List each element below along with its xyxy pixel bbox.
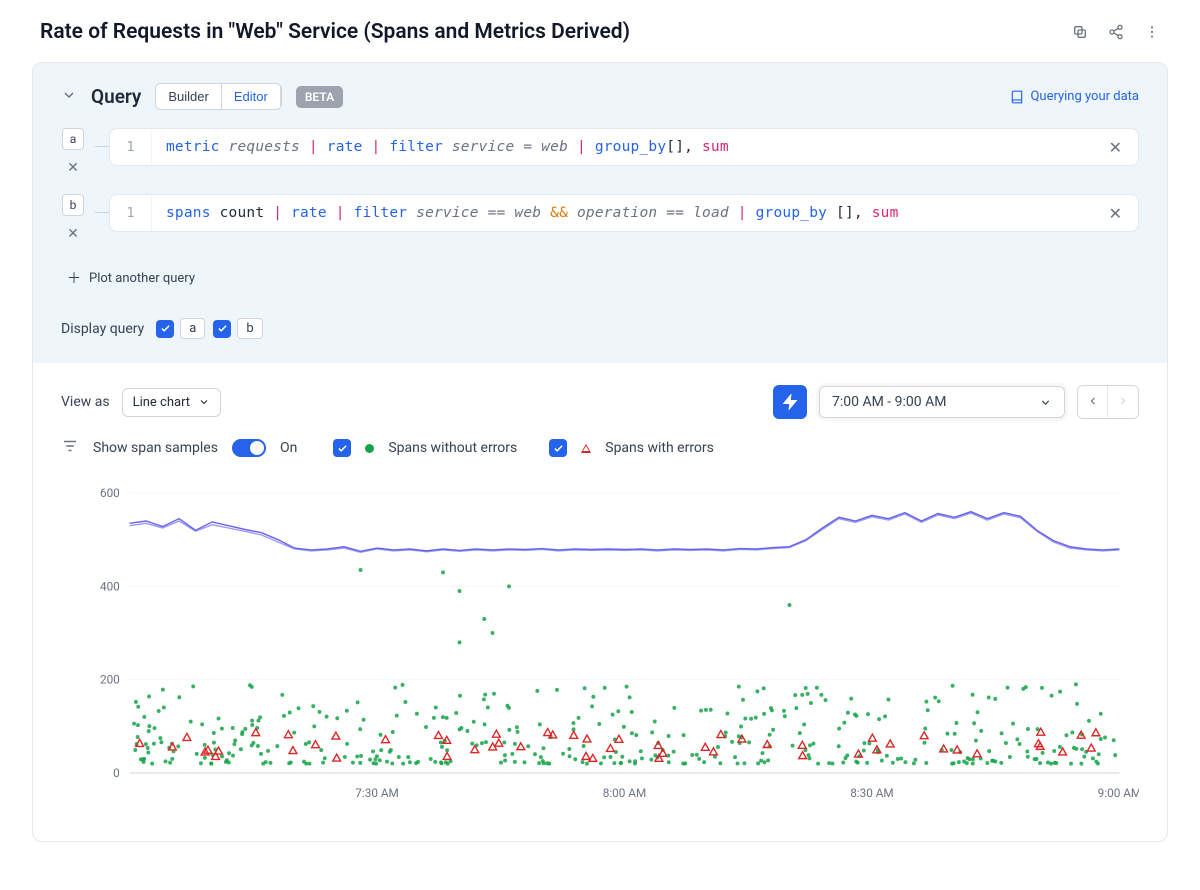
query-code[interactable]: metric requests | rate | filter service … <box>152 129 1093 165</box>
svg-text:8:30 AM: 8:30 AM <box>850 786 894 800</box>
chevron-down-icon <box>1039 396 1052 409</box>
chart-type-value: Line chart <box>133 395 190 410</box>
show-span-samples-label: Show span samples <box>93 440 218 456</box>
line-number: 1 <box>110 196 152 231</box>
spans-ok-checkbox[interactable] <box>333 439 351 457</box>
plus-icon: ＋ <box>67 268 81 288</box>
svg-text:8:00 AM: 8:00 AM <box>603 786 647 800</box>
spans-ok-label: Spans without errors <box>388 440 517 456</box>
display-checkbox[interactable] <box>156 320 174 338</box>
query-tag[interactable]: b <box>62 194 84 216</box>
display-tag[interactable]: b <box>237 318 262 339</box>
chart-section: View as Line chart 7:00 AM - 9:00 AM <box>33 363 1167 841</box>
dot-ok-icon <box>365 444 374 453</box>
query-heading: Query <box>91 85 141 108</box>
svg-text:400: 400 <box>100 579 120 593</box>
spans-err-label: Spans with errors <box>605 440 714 456</box>
query-tag[interactable]: a <box>62 128 84 150</box>
triangle-err-icon <box>581 444 591 453</box>
time-next-button[interactable] <box>1108 386 1138 418</box>
plot-another-button[interactable]: ＋ Plot another query <box>61 264 201 292</box>
docs-link[interactable]: Querying your data <box>1010 89 1139 104</box>
builder-tab[interactable]: Builder <box>156 84 220 109</box>
line-number: 1 <box>110 130 152 165</box>
collapse-icon[interactable] <box>61 87 77 107</box>
share-icon[interactable] <box>1108 24 1124 40</box>
query-row: a ✕ 1 metric requests | rate | filter se… <box>61 128 1139 176</box>
page-title: Rate of Requests in "Web" Service (Spans… <box>40 20 630 44</box>
spans-err-checkbox[interactable] <box>549 439 567 457</box>
display-checkbox[interactable] <box>213 320 231 338</box>
remove-query-icon[interactable]: ✕ <box>67 160 79 176</box>
editor-tab[interactable]: Editor <box>221 84 281 109</box>
toggle-state-label: On <box>280 440 297 456</box>
copy-icon[interactable] <box>1072 24 1088 40</box>
chevron-down-icon <box>198 396 210 408</box>
query-section: Query Builder Editor BETA Querying your … <box>33 63 1167 363</box>
svg-text:200: 200 <box>100 673 120 687</box>
svg-text:7:30 AM: 7:30 AM <box>355 786 399 800</box>
time-prev-button[interactable] <box>1078 386 1108 418</box>
display-query-label: Display query <box>61 321 144 337</box>
svg-text:9:00 AM: 9:00 AM <box>1098 786 1139 800</box>
remove-query-icon[interactable]: ✕ <box>67 226 79 242</box>
clear-query-icon[interactable]: ✕ <box>1093 204 1138 223</box>
time-range-value: 7:00 AM - 9:00 AM <box>832 394 946 410</box>
plot-another-label: Plot another query <box>89 271 195 286</box>
svg-text:0: 0 <box>113 766 120 780</box>
mode-toggle: Builder Editor <box>155 83 281 110</box>
chart-canvas[interactable]: 0 200 400 600 7:30 AM 8:00 AM 8:30 AM 9:00 AM <box>61 483 1139 813</box>
svg-text:600: 600 <box>100 486 120 500</box>
run-button[interactable] <box>773 385 807 419</box>
view-as-label: View as <box>61 394 110 410</box>
query-editor[interactable]: 1 spans count | rate | filter service ==… <box>109 194 1139 232</box>
chart-type-dropdown[interactable]: Line chart <box>122 388 221 417</box>
docs-link-label: Querying your data <box>1030 89 1139 104</box>
query-row: b ✕ 1 spans count | rate | filter servic… <box>61 194 1139 242</box>
query-code[interactable]: spans count | rate | filter service == w… <box>152 195 1093 231</box>
clear-query-icon[interactable]: ✕ <box>1093 138 1138 157</box>
query-editor[interactable]: 1 metric requests | rate | filter servic… <box>109 128 1139 166</box>
filter-icon[interactable] <box>61 437 79 459</box>
more-icon[interactable] <box>1144 24 1160 40</box>
display-tag[interactable]: a <box>180 318 205 339</box>
span-samples-toggle[interactable] <box>232 439 266 457</box>
time-range-dropdown[interactable]: 7:00 AM - 9:00 AM <box>819 386 1065 418</box>
beta-badge: BETA <box>296 86 343 108</box>
